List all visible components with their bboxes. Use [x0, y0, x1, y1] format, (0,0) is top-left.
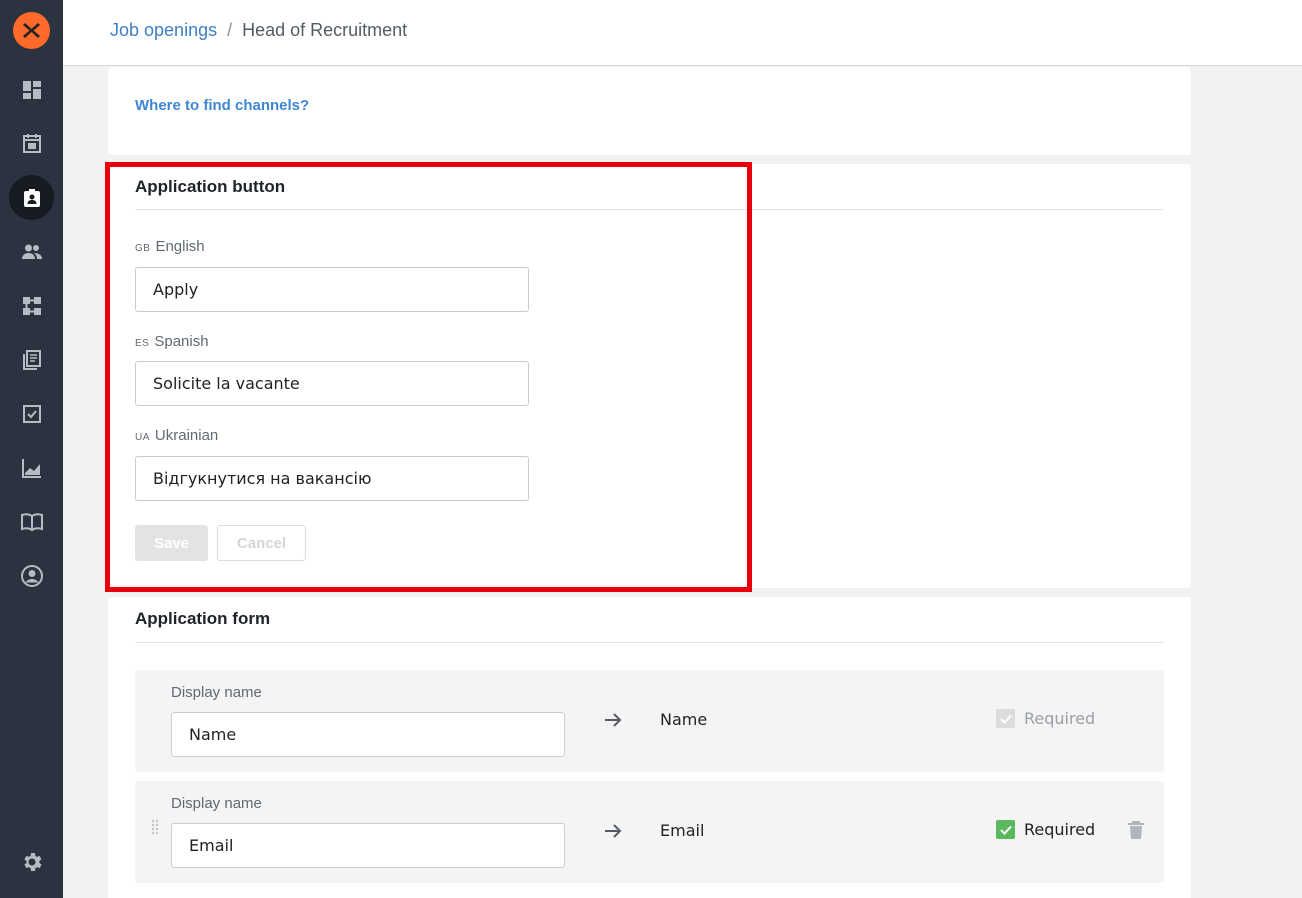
language-code: GB — [135, 243, 151, 254]
settings-icon[interactable] — [15, 845, 48, 878]
where-to-find-channels-link[interactable]: Where to find channels? — [135, 97, 309, 114]
application-form-card: Application form Display name Name Name … — [108, 597, 1191, 898]
language-label-spanish: ES Spanish — [135, 333, 209, 350]
divider — [135, 642, 1164, 643]
form-field-row: Display name Name Name Required — [135, 670, 1164, 772]
required-checkbox[interactable]: Required — [996, 820, 1095, 839]
ukrainian-button-text-input[interactable]: Відгукнутися на вакансію — [135, 456, 529, 501]
english-button-text-input[interactable]: Apply — [135, 267, 529, 312]
save-button[interactable]: Save — [135, 525, 208, 561]
breadcrumb: Job openings / Head of Recruitment — [110, 20, 407, 41]
sidebar — [0, 0, 63, 898]
mapped-field-name: Name — [660, 710, 708, 729]
checkbox-checked-icon[interactable] — [996, 820, 1015, 839]
required-label: Required — [1024, 820, 1096, 839]
breadcrumb-job-openings-link[interactable]: Job openings — [110, 20, 217, 40]
calendar-icon[interactable] — [15, 126, 48, 159]
language-name: English — [155, 238, 205, 255]
divider — [135, 209, 1164, 210]
checkbox-checked-icon — [996, 709, 1015, 728]
tasks-icon[interactable] — [15, 397, 48, 430]
display-name-input[interactable]: Email — [171, 823, 565, 868]
language-name: Ukrainian — [154, 427, 219, 444]
language-code: ES — [135, 338, 150, 349]
breadcrumb-separator: / — [227, 20, 233, 40]
form-field-row: Display name Email Email Required — [135, 781, 1164, 883]
arrow-right-icon — [605, 824, 622, 838]
library-icon[interactable] — [15, 343, 48, 376]
drag-handle-icon[interactable] — [151, 819, 159, 837]
application-form-title: Application form — [135, 609, 271, 628]
profile-icon[interactable] — [15, 559, 48, 592]
reports-icon[interactable] — [15, 451, 48, 484]
required-checkbox: Required — [996, 709, 1095, 728]
language-name: Spanish — [154, 333, 209, 350]
knowledge-base-icon[interactable] — [15, 505, 48, 538]
top-header: Job openings / Head of Recruitment — [63, 0, 1302, 66]
pipeline-icon[interactable] — [15, 289, 48, 322]
language-code: UA — [135, 432, 150, 443]
app-logo-icon[interactable] — [13, 12, 50, 49]
application-button-card: Application button GB English Apply ES Spa… — [108, 164, 1191, 588]
cancel-button[interactable]: Cancel — [217, 525, 306, 561]
display-name-input[interactable]: Name — [171, 712, 565, 757]
candidates-icon[interactable] — [15, 235, 48, 268]
job-openings-icon[interactable] — [9, 175, 54, 220]
language-label-ukrainian: UA Ukrainian — [135, 427, 218, 444]
dashboard-icon[interactable] — [15, 73, 48, 106]
mapped-field-name: Email — [660, 821, 705, 840]
spanish-button-text-input[interactable]: Solicite la vacante — [135, 361, 529, 406]
display-name-label: Display name — [171, 684, 262, 701]
breadcrumb-current: Head of Recruitment — [242, 20, 408, 40]
trash-icon[interactable] — [1127, 820, 1145, 840]
display-name-label: Display name — [171, 795, 262, 812]
application-button-title: Application button — [135, 177, 286, 196]
arrow-right-icon — [605, 713, 622, 727]
channels-card: Where to find channels? — [108, 67, 1191, 155]
required-label: Required — [1024, 709, 1096, 728]
language-label-english: GB English — [135, 238, 205, 255]
